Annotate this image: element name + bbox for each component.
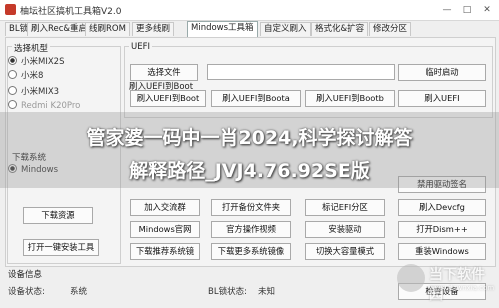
radio-label: 小米MIX2S <box>21 57 65 67</box>
device-group-title: 选择机型 <box>12 42 51 54</box>
title-bar: 柚坛社区搞机工具箱V2.0 — □ ✕ <box>0 0 499 21</box>
close-button[interactable]: ✕ <box>480 3 494 17</box>
mark-efi-partition-button[interactable]: 标记EFI分区 <box>305 199 385 216</box>
flash-uefi-boot-button[interactable]: 刷入UEFI到Boot <box>130 90 206 107</box>
watermark-url: www.downxia.com <box>429 284 495 292</box>
install-driver-button[interactable]: 安装驱动 <box>305 221 385 238</box>
maximize-button[interactable]: □ <box>460 3 474 17</box>
tab-mindows-toolbox[interactable]: Mindows工具箱 <box>187 21 258 37</box>
radio-mi8[interactable]: 小米8 <box>8 69 43 81</box>
download-recommended-image-button[interactable]: 下载推荐系统镜 <box>130 243 200 260</box>
radio-dot-icon <box>8 56 17 65</box>
flash-uefi-bootb-button[interactable]: 刷入UEFI到Bootb <box>305 90 395 107</box>
radio-dot-icon <box>8 86 17 95</box>
radio-label: 小米8 <box>21 71 44 81</box>
flash-devcfg-button[interactable]: 刷入Devcfg <box>398 199 486 216</box>
app-logo-icon <box>5 4 16 15</box>
flash-uefi-boota-button[interactable]: 刷入UEFI到Boota <box>211 90 301 107</box>
join-group-button[interactable]: 加入交流群 <box>130 199 200 216</box>
watermark: 当下软件园 www.downxia.com <box>397 262 495 303</box>
tab-strip: BL锁 刷入Rec&重启 线刷ROM 更多线刷 Mindows工具箱 自定义刷入… <box>5 21 495 37</box>
official-video-button[interactable]: 官方操作视频 <box>211 221 291 238</box>
temp-boot-button[interactable]: 临时启动 <box>398 64 486 81</box>
bl-state-label: BL锁状态: <box>208 287 247 297</box>
radio-mix3[interactable]: 小米MIX3 <box>8 85 59 97</box>
tab-more-flash[interactable]: 更多线刷 <box>132 22 175 36</box>
flash-uefi-button[interactable]: 刷入UEFI <box>398 90 486 107</box>
choose-file-button[interactable]: 选择文件 <box>130 64 198 81</box>
tab-custom-flash[interactable]: 自定义刷入 <box>260 22 311 36</box>
open-backup-folder-button[interactable]: 打开备份文件夹 <box>211 199 291 216</box>
bl-state-value: 未知 <box>258 287 276 297</box>
reinstall-windows-button[interactable]: 重装Windows <box>398 243 486 260</box>
file-path-input[interactable] <box>207 64 395 80</box>
uefi-group-title: UEFI <box>129 42 152 52</box>
watermark-logo-icon <box>397 264 425 292</box>
switch-mass-storage-button[interactable]: 切换大容量模式 <box>305 243 385 260</box>
radio-dot-icon <box>8 70 17 79</box>
open-installer-button[interactable]: 打开一键安装工具 <box>23 239 99 256</box>
overlay-headline-line2: 解释路径_JVJ4.76.92SE版 <box>129 160 370 182</box>
minimize-button[interactable]: — <box>440 3 454 17</box>
tab-flash-rec-reboot[interactable]: 刷入Rec&重启 <box>27 22 92 36</box>
download-resources-button[interactable]: 下载资源 <box>23 207 93 224</box>
tab-format-expand[interactable]: 格式化&扩容 <box>311 22 369 36</box>
radio-label: Redmi K20Pro <box>21 101 81 111</box>
device-state-label: 设备状态: <box>8 287 45 297</box>
radio-dot-icon <box>8 100 17 109</box>
radio-mix2s[interactable]: 小米MIX2S <box>8 55 64 67</box>
window-title: 柚坛社区搞机工具箱V2.0 <box>20 7 122 17</box>
mindows-website-button[interactable]: Mindows官网 <box>130 221 200 238</box>
tab-modify-partition[interactable]: 修改分区 <box>369 22 412 36</box>
tab-flash-rom[interactable]: 线刷ROM <box>85 22 130 36</box>
radio-k20pro[interactable]: Redmi K20Pro <box>8 100 80 111</box>
device-state-value: 系统 <box>70 287 88 297</box>
download-more-images-button[interactable]: 下载更多系统镜像 <box>211 243 291 260</box>
open-dism-button[interactable]: 打开Dism++ <box>398 221 486 238</box>
overlay-headline-line1: 管家婆一码中一肖2024,科学探讨解答 <box>86 127 413 149</box>
device-info-title: 设备信息 <box>8 270 43 280</box>
radio-label: 小米MIX3 <box>21 87 60 97</box>
